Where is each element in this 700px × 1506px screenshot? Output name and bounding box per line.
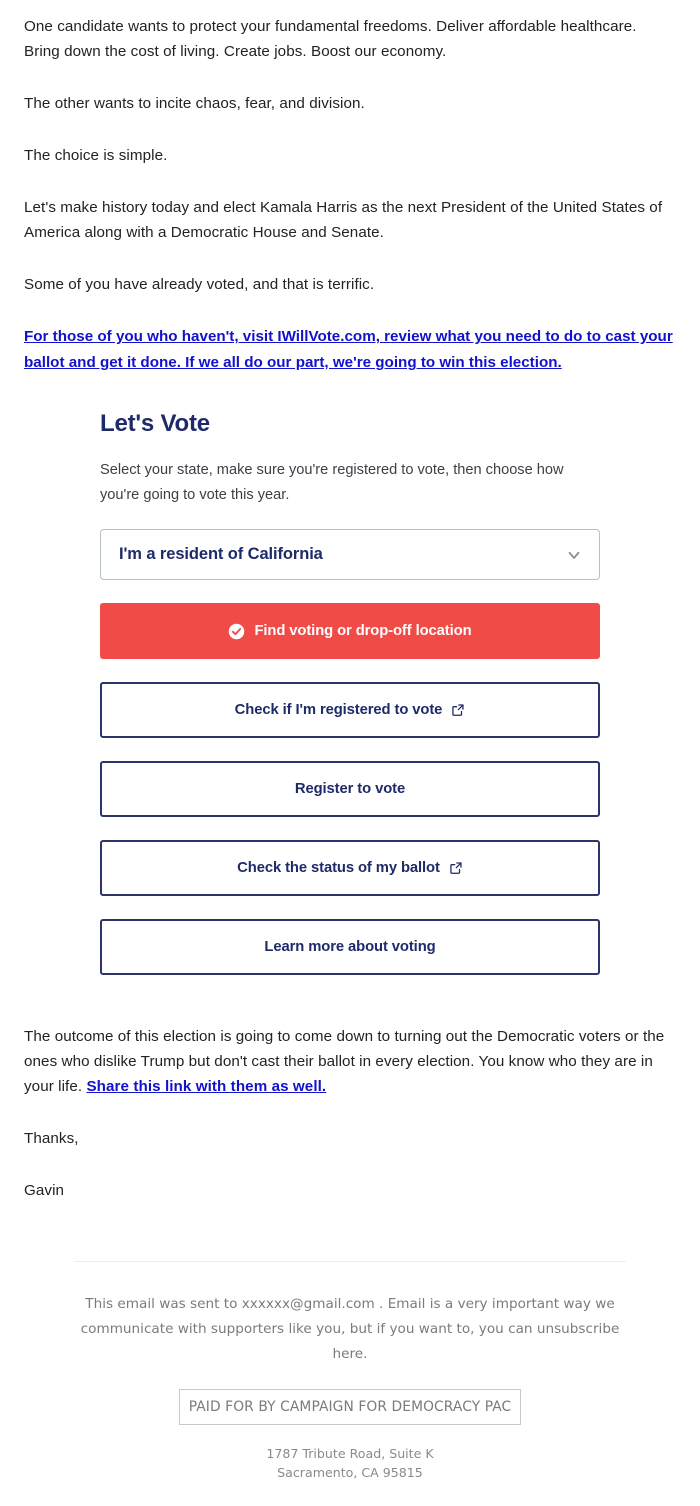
recipient-email: xxxxxx@gmail.com: [241, 1296, 375, 1312]
external-link-icon: [449, 861, 463, 875]
paragraph-1: One candidate wants to protect your fund…: [24, 18, 637, 60]
paragraph-5: Some of you have already voted, and that…: [24, 276, 375, 293]
signature: Gavin: [24, 1182, 65, 1199]
email-footer: This email was sent to xxxxxx@gmail.com …: [0, 1261, 700, 1506]
register-to-vote-button[interactable]: Register to vote: [100, 761, 600, 817]
check-circle-icon: [228, 623, 245, 640]
external-link-icon: [451, 703, 465, 717]
state-select[interactable]: I'm a resident of California: [100, 529, 600, 580]
check-ballot-status-button[interactable]: Check the status of my ballot: [100, 840, 600, 896]
vote-widget-subtitle: Select your state, make sure you're regi…: [100, 462, 564, 503]
footer-sent-to-text: This email was sent to xxxxxx@gmail.com …: [80, 1292, 620, 1367]
paid-for-by-disclaimer: PAID FOR BY CAMPAIGN FOR DEMOCRACY PAC: [179, 1389, 521, 1425]
learn-more-about-voting-button[interactable]: Learn more about voting: [100, 919, 600, 975]
address-line-1: 1787 Tribute Road, Suite K: [266, 1446, 434, 1461]
find-voting-location-button[interactable]: Find voting or drop-off location: [100, 603, 600, 659]
check-registration-label: Check if I'm registered to vote: [234, 702, 443, 718]
mailing-address: 1787 Tribute Road, Suite K Sacramento, C…: [24, 1444, 676, 1506]
chevron-down-icon: [565, 546, 583, 564]
iwillvote-cta-link[interactable]: For those of you who haven't, visit IWil…: [24, 324, 676, 376]
vote-widget-title: Let's Vote: [100, 410, 210, 437]
register-to-vote-label: Register to vote: [294, 781, 406, 797]
check-ballot-status-label: Check the status of my ballot: [237, 860, 440, 876]
email-body-closing: The outcome of this election is going to…: [0, 1010, 700, 1203]
check-registration-button[interactable]: Check if I'm registered to vote: [100, 682, 600, 738]
email-body: One candidate wants to protect your fund…: [0, 0, 700, 376]
footer-divider: [74, 1261, 626, 1262]
lets-vote-widget: Let's Vote Select your state, make sure …: [0, 410, 700, 975]
address-line-2: Sacramento, CA 95815: [277, 1465, 423, 1480]
paragraph-2: The other wants to incite chaos, fear, a…: [24, 95, 365, 112]
find-voting-location-label: Find voting or drop-off location: [254, 623, 472, 639]
paid-for-by-label: PAID FOR BY CAMPAIGN FOR DEMOCRACY PAC: [188, 1399, 512, 1415]
learn-more-about-voting-label: Learn more about voting: [264, 939, 436, 955]
state-select-value: I'm a resident of California: [119, 545, 323, 563]
footer-sent-to-prefix: This email was sent to: [85, 1296, 242, 1312]
share-this-link[interactable]: Share this link with them as well.: [86, 1078, 326, 1095]
signoff: Thanks,: [24, 1130, 79, 1147]
paragraph-3: The choice is simple.: [24, 147, 168, 164]
closing-paragraph: The outcome of this election is going to…: [24, 1010, 676, 1099]
footer-sent-to-end: .: [363, 1346, 368, 1362]
paragraph-4: Let's make history today and elect Kamal…: [24, 199, 663, 241]
